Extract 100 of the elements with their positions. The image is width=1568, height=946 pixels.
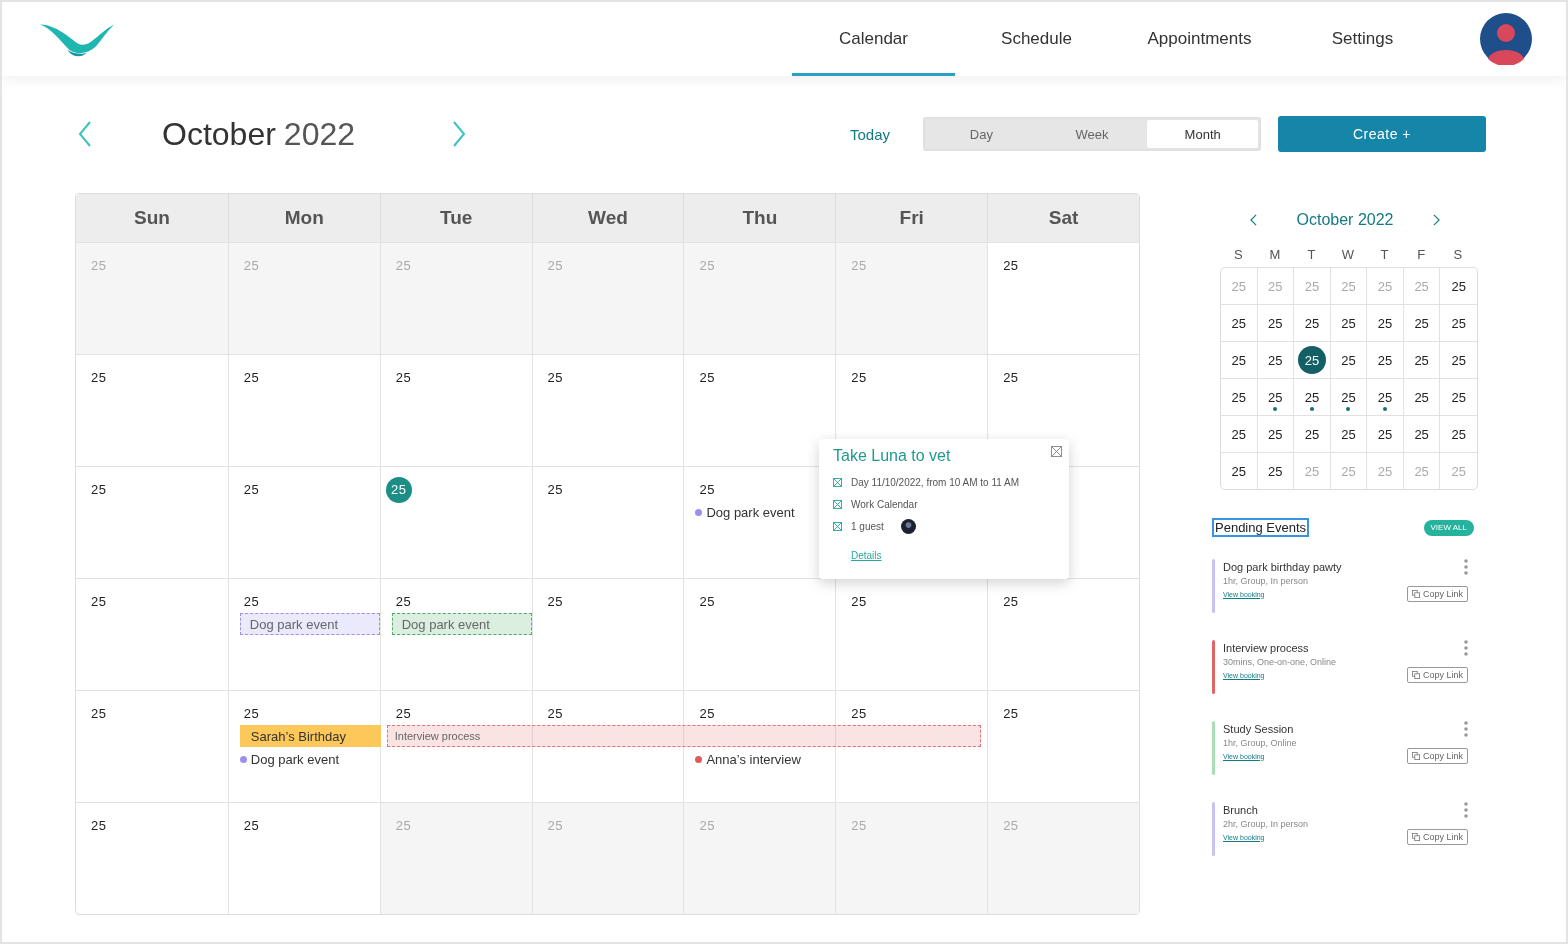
view-option[interactable]: Week [1036,120,1148,148]
day-number[interactable]: 25 [91,370,107,385]
day-number[interactable]: 25 [1003,370,1019,385]
today-number[interactable]: 25 [385,476,412,503]
calendar-event[interactable]: Dog park event [239,748,380,770]
date-number[interactable]: 25 [1224,309,1253,337]
date-number[interactable]: 25 [1444,420,1473,448]
date-number[interactable]: 25 [1224,420,1253,448]
date-number[interactable]: 25 [1444,272,1473,300]
day-number[interactable]: 25 [547,482,564,497]
day-number[interactable]: 25 [91,482,107,497]
date-number[interactable]: 25 [1224,457,1253,485]
day-number[interactable]: 25 [1003,706,1019,721]
today-link[interactable]: Today [849,125,890,143]
day-number[interactable]: 25 [243,706,260,721]
copy-icon [1411,671,1420,679]
day-number[interactable]: 25 [1003,258,1019,273]
view-option[interactable]: Month [1147,120,1258,148]
date-number[interactable]: 25 [1334,309,1363,337]
calendar-event[interactable]: Interview process [386,725,982,747]
day-number[interactable]: 25 [699,594,715,609]
date-number[interactable]: 25 [1407,346,1436,374]
day-number[interactable]: 25 [395,594,412,609]
date-number[interactable]: 25 [1297,420,1326,448]
day-number[interactable]: 25 [547,706,564,721]
day-number[interactable]: 25 [395,370,412,385]
date-number[interactable]: 25 [1261,346,1290,374]
event-title: Interview process [1223,642,1309,654]
copy-link-button[interactable]: Copy Link [1406,748,1468,764]
day-number[interactable]: 25 [699,482,715,497]
weekday-letter: S [1232,247,1244,262]
nav-tab[interactable]: Settings [1281,2,1444,76]
day-number[interactable]: 25 [91,706,107,721]
date-number[interactable]: 25 [1261,309,1290,337]
date-number[interactable]: 25 [1371,346,1400,374]
checkbox-icon [833,477,842,487]
calendar-event[interactable]: Dog park event [239,613,380,635]
next-icon[interactable] [452,121,466,147]
date-number[interactable]: 25 [1444,309,1473,337]
date-number[interactable]: 25 [1371,383,1400,411]
date-number[interactable]: 25 [1371,420,1400,448]
calendar-event[interactable]: Dog park event [391,613,532,635]
day-number[interactable]: 25 [243,818,260,833]
date-number[interactable]: 25 [1224,346,1253,374]
calendar-event[interactable]: Sarah’s Birthday [239,725,381,747]
more-icon[interactable] [1464,640,1468,656]
event-title: Study Session [1223,723,1294,735]
close-icon[interactable] [1051,446,1062,457]
date-number[interactable]: 25 [1334,383,1363,411]
date-number[interactable]: 25 [1297,383,1326,411]
date-number[interactable]: 25 [1407,383,1436,411]
avatar[interactable] [1480,13,1532,65]
date-number[interactable]: 25 [1224,383,1253,411]
next-icon[interactable] [1433,214,1440,226]
date-number[interactable]: 25 [1407,309,1436,337]
previous-icon[interactable] [1250,214,1257,226]
date-number[interactable]: 25 [1261,420,1290,448]
date-number[interactable]: 25 [1334,420,1363,448]
weekday-header: Mon [227,194,380,242]
day-number[interactable]: 25 [699,370,715,385]
day-number[interactable]: 25 [1003,594,1019,609]
nav-tab[interactable]: Appointments [1118,2,1281,76]
create-button[interactable]: Create + [1278,116,1486,152]
date-number[interactable]: 25 [1261,457,1290,485]
weekday-letter: S [1452,247,1464,262]
calendar-event[interactable]: Dog park event [695,501,836,523]
date-number[interactable]: 25 [1444,383,1473,411]
copy-link-button[interactable]: Copy Link [1406,586,1468,602]
weekday-letter: T [1379,247,1390,262]
previous-icon[interactable] [78,121,92,147]
pending-events-heading: Pending Events [1212,518,1310,537]
more-icon[interactable] [1464,559,1468,575]
day-number[interactable]: 25 [699,706,715,721]
copy-link-button[interactable]: Copy Link [1406,829,1468,845]
day-number[interactable]: 25 [395,706,412,721]
date-number[interactable]: 25 [1407,420,1436,448]
date-number[interactable]: 25 [1297,346,1326,374]
date-number[interactable]: 25 [1334,346,1363,374]
day-number[interactable]: 25 [91,818,107,833]
day-number[interactable]: 25 [243,482,260,497]
popup-detail: Day 11/10/2022, from 10 AM to 11 AM [851,476,1020,488]
day-number[interactable]: 25 [91,594,107,609]
copy-link-button[interactable]: Copy Link [1406,667,1468,683]
day-number[interactable]: 25 [243,594,260,609]
more-icon[interactable] [1464,721,1468,737]
day-number[interactable]: 25 [547,594,564,609]
date-number[interactable]: 25 [1261,383,1290,411]
date-number[interactable]: 25 [1297,309,1326,337]
day-number[interactable]: 25 [851,706,867,721]
day-number[interactable]: 25 [547,370,564,385]
nav-tab[interactable]: Calendar [792,2,955,76]
day-number[interactable]: 25 [851,594,867,609]
day-number[interactable]: 25 [243,370,260,385]
date-number[interactable]: 25 [1444,346,1473,374]
more-icon[interactable] [1464,802,1468,818]
calendar-event[interactable]: Anna’s interview [695,748,836,770]
day-number[interactable]: 25 [851,370,867,385]
date-number[interactable]: 25 [1371,309,1400,337]
nav-tab[interactable]: Schedule [955,2,1118,76]
view-option[interactable]: Day [926,120,1037,148]
